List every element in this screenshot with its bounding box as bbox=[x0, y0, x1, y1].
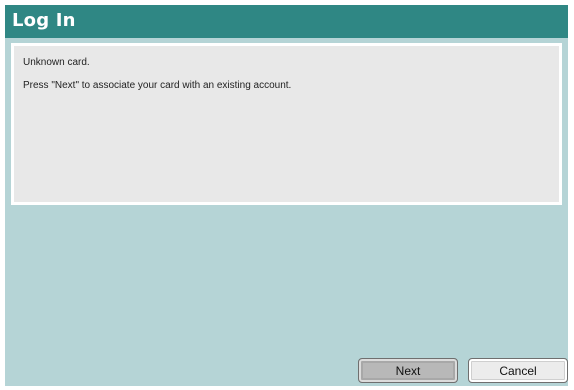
message-line-unknown-card: Unknown card. bbox=[23, 57, 90, 68]
title-bar: Log In bbox=[5, 5, 568, 38]
message-box: Unknown card. Press "Next" to associate … bbox=[14, 46, 559, 202]
message-panel: Unknown card. Press "Next" to associate … bbox=[11, 43, 562, 205]
next-button[interactable]: Next bbox=[358, 358, 458, 383]
page-title: Log In bbox=[12, 10, 76, 31]
cancel-button[interactable]: Cancel bbox=[468, 358, 568, 383]
login-screen: Log In Unknown card. Press "Next" to ass… bbox=[0, 0, 574, 390]
content-area: Unknown card. Press "Next" to associate … bbox=[5, 38, 568, 386]
message-line-instruction: Press "Next" to associate your card with… bbox=[23, 80, 292, 91]
